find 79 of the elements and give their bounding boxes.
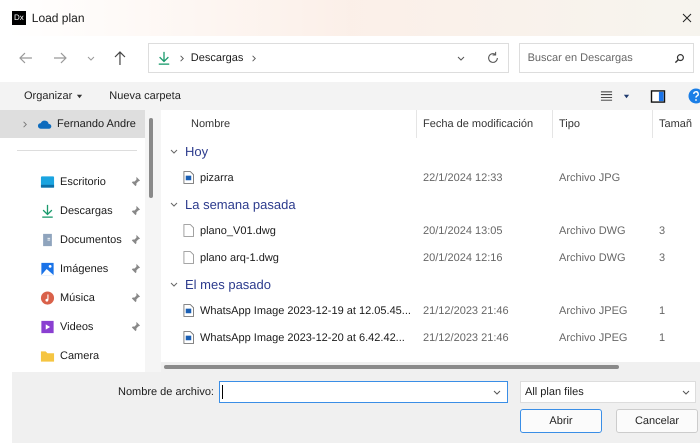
file-size: 1 — [659, 332, 666, 344]
file-type: Archivo DWG — [558, 252, 627, 264]
column-header[interactable]: Fecha de modificación — [417, 110, 553, 138]
group-heading[interactable]: El mes pasado — [185, 276, 271, 292]
file-date: 22/1/2024 12:33 — [422, 172, 504, 184]
new-folder-button[interactable]: Nueva carpeta — [103, 90, 185, 102]
pin-icon[interactable] — [130, 234, 141, 245]
sidebar-item[interactable]: Música — [0, 283, 145, 312]
search-icon — [674, 53, 685, 64]
help-icon[interactable] — [688, 88, 700, 104]
image-file-icon — [183, 171, 194, 184]
open-button[interactable]: Abrir — [520, 409, 602, 433]
file-name[interactable]: pizarra — [200, 172, 234, 184]
file-size: 1 — [659, 304, 666, 316]
file-icon — [183, 251, 194, 264]
cancel-button[interactable]: Cancelar — [616, 409, 698, 433]
sidebar-item[interactable]: Imágenes — [0, 254, 145, 283]
file-type: Archivo JPG — [558, 172, 622, 184]
sidebar-item[interactable]: Videos — [0, 312, 145, 341]
caret-icon — [76, 92, 84, 100]
column-header[interactable]: Nombre — [161, 110, 417, 138]
file-date: 21/12/2023 21:46 — [422, 304, 510, 316]
image-file-icon — [183, 304, 194, 317]
file-name[interactable]: plano arq-1.dwg — [200, 252, 279, 264]
file-type: Archivo JPEG — [558, 304, 628, 316]
picture-icon — [40, 262, 55, 276]
video-icon — [40, 320, 55, 334]
search-field[interactable]: Buscar en Descargas — [518, 43, 694, 73]
refresh-icon[interactable] — [486, 51, 500, 65]
organize-menu-button[interactable]: Organizar — [16, 90, 76, 102]
close-icon[interactable] — [682, 13, 692, 23]
file-name[interactable]: WhatsApp Image 2023-12-19 at 12.05.45... — [200, 304, 411, 316]
sidebar-item[interactable]: Descargas — [0, 196, 145, 225]
sidebar-item[interactable]: Documentos — [0, 225, 145, 254]
download-icon — [40, 204, 55, 218]
image-file-icon — [183, 331, 194, 344]
download-icon — [156, 50, 171, 66]
back-arrow-icon[interactable] — [18, 50, 34, 66]
forward-arrow-icon[interactable] — [52, 50, 68, 66]
text-cursor — [222, 385, 223, 399]
pin-icon[interactable] — [130, 321, 141, 332]
scrollbar-thumb[interactable] — [164, 365, 619, 369]
caret-icon[interactable] — [623, 92, 630, 100]
column-header[interactable]: Tamañ — [653, 110, 700, 138]
file-size: 3 — [659, 224, 666, 236]
file-type: Archivo DWG — [558, 224, 627, 236]
file-type: Archivo JPEG — [558, 332, 628, 344]
preview-pane-icon[interactable] — [650, 90, 666, 102]
music-icon — [40, 290, 55, 304]
file-type-dropdown[interactable]: All plan files — [520, 381, 696, 403]
file-date: 20/1/2024 13:05 — [422, 224, 504, 236]
up-arrow-icon[interactable] — [112, 50, 128, 66]
group-heading[interactable]: Hoy — [185, 144, 208, 158]
desktop-icon — [40, 174, 55, 188]
file-name[interactable]: plano_V01.dwg — [200, 224, 276, 236]
window-title: Load plan — [32, 11, 84, 25]
scrollbar-thumb[interactable] — [149, 118, 153, 198]
app-logo-icon: Dx — [12, 11, 26, 25]
file-name-field[interactable] — [219, 381, 508, 403]
pin-icon[interactable] — [130, 176, 141, 187]
file-size: 3 — [659, 252, 666, 264]
file-date: 20/1/2024 12:16 — [422, 252, 504, 264]
sidebar-item[interactable]: Fernando Andre — [0, 110, 145, 138]
breadcrumb[interactable]: Descargas — [190, 52, 244, 64]
sidebar-item[interactable]: Camera — [0, 341, 145, 370]
column-header[interactable]: Tipo — [553, 110, 653, 138]
pin-icon[interactable] — [130, 263, 141, 274]
sidebar-item[interactable]: Escritorio — [0, 167, 145, 196]
address-bar[interactable]: Descargas — [148, 43, 509, 73]
folder-icon — [40, 348, 55, 362]
view-list-icon[interactable] — [600, 90, 613, 102]
document-icon — [40, 232, 55, 246]
group-heading[interactable]: La semana pasada — [185, 196, 296, 212]
pin-icon[interactable] — [130, 292, 141, 303]
pin-icon[interactable] — [130, 205, 141, 216]
file-name-label: Nombre de archivo: — [118, 386, 214, 398]
file-icon — [183, 224, 194, 237]
file-date: 21/12/2023 21:46 — [422, 332, 510, 344]
file-name[interactable]: WhatsApp Image 2023-12-20 at 6.42.42... — [200, 332, 405, 344]
